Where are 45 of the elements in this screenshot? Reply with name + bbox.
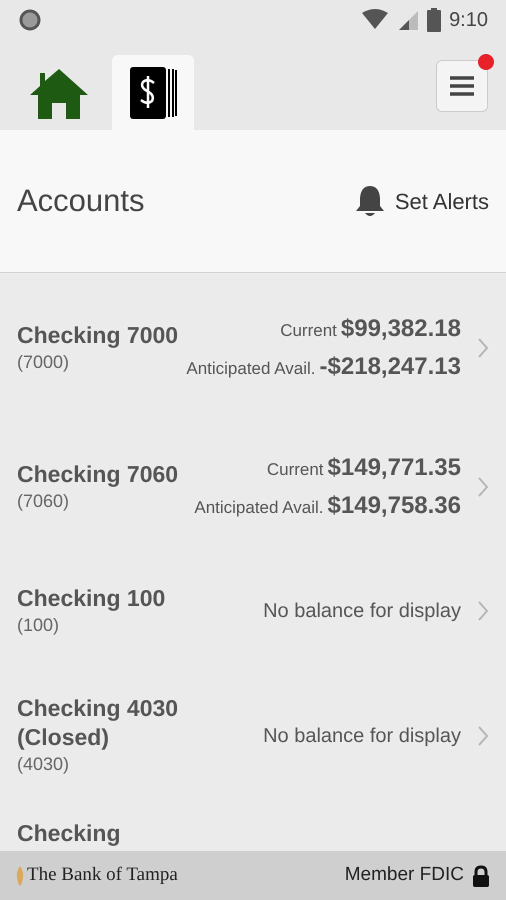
chevron-icon: [477, 600, 489, 622]
money-cards-icon: [129, 66, 177, 120]
account-name: Checking 4030 (Closed): [17, 694, 180, 752]
menu-icon: [449, 75, 475, 97]
chevron-icon: [477, 336, 489, 358]
account-number: (7060): [17, 490, 70, 513]
account-number: (4030): [17, 753, 70, 776]
notification-dot-icon: [18, 8, 42, 32]
signal-icon: [397, 9, 420, 31]
account-name: Checking: [17, 819, 122, 848]
battery-icon: [427, 8, 442, 32]
balance-label: Anticipated Avail.: [194, 496, 324, 518]
account-row[interactable]: Checking 7060 (7060) Current $149,771.35 Anticipated Avail. $149,758.36: [0, 417, 506, 556]
page-title: Accounts: [17, 182, 145, 220]
account-row[interactable]: Checking 100 (100) No balance for display: [0, 556, 506, 666]
bank-name: The Bank of Tampa: [27, 863, 178, 888]
account-row[interactable]: Checking 7000 (7000) Current $99,382.18 Anticipated Avail. -$218,247.13: [0, 278, 506, 417]
status-time: 9:10: [449, 8, 488, 33]
balance-amount: $149,758.36: [328, 490, 461, 520]
balance-label: Anticipated Avail.: [186, 358, 316, 380]
set-alerts-button[interactable]: Set Alerts: [354, 184, 489, 218]
account-row[interactable]: Checking 4030 (Closed) (4030) No balance for display: [0, 666, 506, 805]
account-name: Checking 7000: [17, 320, 180, 350]
balance-label: Current: [280, 320, 337, 342]
account-number: (7000): [17, 350, 70, 374]
member-fdic: Member FDIC: [344, 863, 464, 888]
balance-amount: -$218,247.13: [320, 352, 461, 382]
accounts-tab[interactable]: [112, 55, 194, 130]
balance-message: No balance for display: [263, 599, 461, 624]
balance-message: No balance for display: [263, 724, 461, 748]
chevron-icon: [477, 476, 489, 498]
account-row[interactable]: Checking: [0, 805, 506, 851]
balance-label: Current: [266, 458, 324, 480]
menu-button[interactable]: [436, 60, 488, 112]
account-name: Checking 7060: [17, 460, 180, 488]
account-name: Checking 100: [17, 584, 166, 613]
balance-amount: $149,771.35: [328, 452, 461, 482]
account-number: (100): [17, 614, 60, 637]
chevron-icon: [477, 724, 489, 746]
bell-icon: [354, 184, 385, 218]
balance-amount: $99,382.18: [340, 314, 461, 344]
wifi-icon: [361, 9, 390, 31]
flame-icon: [16, 866, 24, 886]
lock-icon: [472, 864, 490, 886]
home-icon: [28, 66, 90, 118]
